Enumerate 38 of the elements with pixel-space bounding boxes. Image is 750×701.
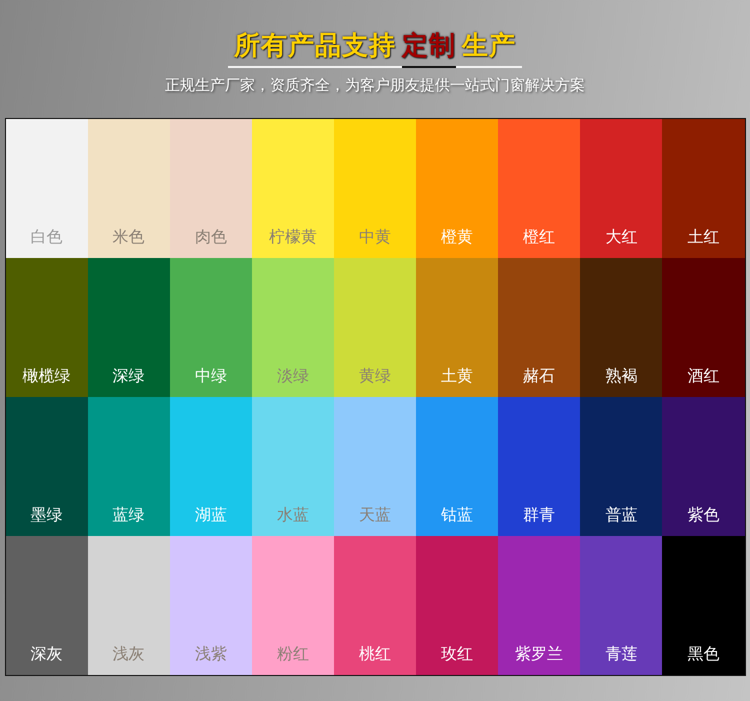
color-name: 黄绿: [358, 366, 391, 387]
color-name: 柠檬黄: [268, 227, 317, 248]
color-name: 普蓝: [605, 505, 638, 526]
color-name: 青莲: [605, 644, 638, 665]
color-name: 中黄: [358, 227, 391, 248]
color-name: 大红: [605, 227, 638, 248]
color-name: 钴蓝: [441, 505, 474, 526]
color-name: 酒红: [687, 366, 720, 387]
color-name: 浅紫: [194, 644, 227, 665]
color-name: 土黄: [441, 366, 474, 387]
color-name: 米色: [112, 227, 145, 248]
color-name: 墨绿: [30, 505, 63, 526]
color-name: 黑色: [687, 644, 720, 665]
color-name: 肉色: [194, 227, 227, 248]
color-name: 深绿: [112, 366, 145, 387]
color-name: 橙黄: [441, 227, 474, 248]
color-name: 深灰: [30, 644, 63, 665]
color-name: 淡绿: [276, 366, 309, 387]
color-name: 橄榄绿: [22, 366, 71, 387]
subtitle: 正规生产厂家，资质齐全，为客户朋友提供一站式门窗解决方案: [165, 76, 585, 95]
color-name: 粉红: [276, 644, 309, 665]
color-name: 玫红: [441, 644, 474, 665]
color-name: 桃红: [358, 644, 391, 665]
color-name: 赭石: [523, 366, 556, 387]
color-name: 土红: [687, 227, 720, 248]
color-name: 天蓝: [358, 505, 391, 526]
color-name: 蓝绿: [112, 505, 145, 526]
color-name: 熟褐: [605, 366, 638, 387]
color-name: 浅灰: [112, 644, 145, 665]
color-name: 湖蓝: [194, 505, 227, 526]
color-name: 橙红: [523, 227, 556, 248]
color-name: 白色: [30, 227, 63, 248]
page-title: 所有产品支持 定制 生产: [228, 28, 522, 68]
color-name: 紫罗兰: [515, 644, 564, 665]
color-name: 群青: [523, 505, 556, 526]
color-name: 中绿: [194, 366, 227, 387]
color-name: 水蓝: [276, 505, 309, 526]
color-name: 紫色: [687, 505, 720, 526]
